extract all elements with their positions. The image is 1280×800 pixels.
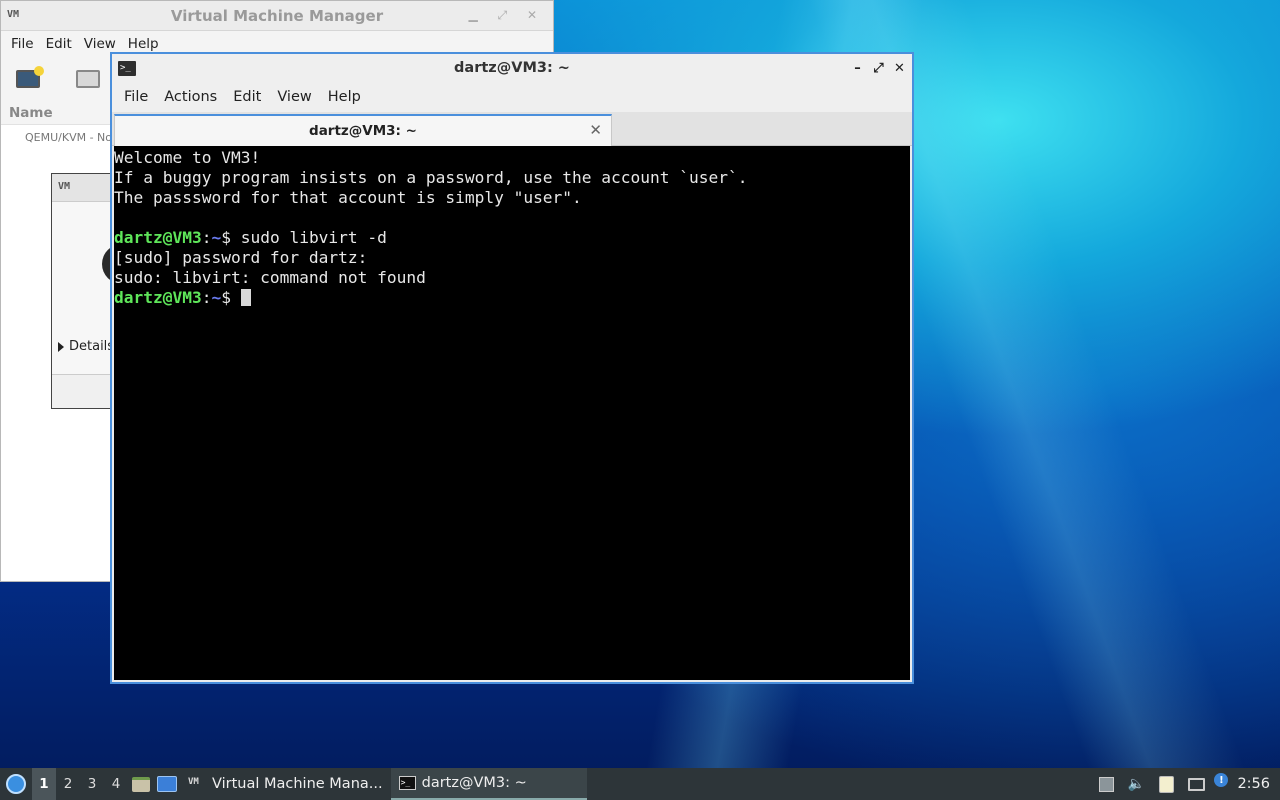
terminal-title: dartz@VM3: ~	[454, 60, 570, 76]
terminal-line: sudo: libvirt: command not found	[114, 268, 426, 287]
menu-edit[interactable]: Edit	[225, 89, 269, 105]
clock[interactable]: 2:56	[1231, 776, 1280, 792]
menu-file[interactable]: File	[5, 36, 40, 52]
terminal-tab-label: dartz@VM3: ~	[309, 123, 417, 139]
prompt-path: ~	[211, 288, 222, 307]
volume-icon: 🔈	[1127, 776, 1146, 792]
terminal-app-icon: >_	[118, 60, 136, 76]
terminal-line: The passsword for that account is simply…	[114, 188, 582, 207]
terminal-menubar: File Actions Edit View Help	[112, 82, 912, 112]
workspace-3[interactable]: 3	[80, 768, 104, 800]
tray-clipboard[interactable]	[1151, 768, 1181, 800]
window-controls[interactable]: ▁ ⤢ ✕	[468, 8, 545, 23]
minimize-button[interactable]: –	[847, 58, 868, 78]
terminal-icon: >_	[398, 776, 416, 790]
start-menu-button[interactable]	[0, 768, 32, 800]
taskbar: 1 2 3 4 VM Virtual Machine Mana... >_ da…	[0, 768, 1280, 800]
menu-actions[interactable]: Actions	[156, 89, 225, 105]
info-icon: !	[1214, 773, 1229, 787]
task-label: dartz@VM3: ~	[421, 775, 527, 791]
monitor-icon	[76, 70, 100, 88]
open-vm-button[interactable]	[73, 66, 103, 92]
new-vm-button[interactable]	[13, 66, 44, 92]
system-tray: 🔈 ! 2:56	[1091, 768, 1280, 800]
terminal-screen[interactable]: Welcome to VM3! If a buggy program insist…	[114, 146, 910, 680]
prompt-path: ~	[211, 228, 222, 247]
network-icon	[1187, 777, 1205, 791]
prompt-user: dartz@VM3	[114, 288, 202, 307]
terminal-cursor	[240, 289, 251, 306]
folder-icon	[132, 776, 150, 792]
terminal-line: Welcome to VM3!	[114, 148, 261, 167]
menu-help[interactable]: Help	[122, 36, 165, 52]
workspace-2[interactable]: 2	[56, 768, 80, 800]
terminal-prompt-line: dartz@VM3:~$ sudo libvirt -d	[114, 228, 387, 247]
terminal-titlebar[interactable]: >_ dartz@VM3: ~ – ⤢ ✕	[112, 54, 912, 82]
task-label: Virtual Machine Mana...	[212, 776, 383, 792]
menu-view[interactable]: View	[78, 36, 122, 52]
window-controls: – ⤢ ✕	[847, 58, 910, 78]
new-vm-icon	[16, 66, 44, 88]
task-terminal[interactable]: >_ dartz@VM3: ~	[390, 768, 587, 800]
terminal-tab[interactable]: dartz@VM3: ~ ✕	[114, 114, 612, 146]
terminal-prompt-line: dartz@VM3:~$	[114, 288, 910, 308]
workspace-1[interactable]: 1	[32, 768, 56, 800]
show-desktop-button[interactable]	[154, 768, 180, 800]
menu-view[interactable]: View	[269, 89, 319, 105]
tray-updates[interactable]	[1091, 768, 1121, 800]
tray-network[interactable]	[1181, 768, 1211, 800]
command-text: sudo libvirt -d	[240, 228, 387, 247]
desktop-icon	[157, 776, 177, 792]
updates-icon	[1098, 776, 1114, 792]
terminal-tabbar: dartz@VM3: ~ ✕	[112, 112, 912, 146]
terminal-line: [sudo] password for dartz:	[114, 248, 368, 267]
virt-manager-titlebar[interactable]: VM Virtual Machine Manager ▁ ⤢ ✕	[1, 1, 553, 31]
close-button[interactable]: ✕	[889, 58, 910, 78]
terminal-window[interactable]: >_ dartz@VM3: ~ – ⤢ ✕ File Actions Edit …	[110, 52, 914, 684]
maximize-button[interactable]: ⤢	[868, 58, 889, 78]
tab-close-icon[interactable]: ✕	[589, 121, 602, 139]
menu-file[interactable]: File	[116, 89, 156, 105]
menu-help[interactable]: Help	[320, 89, 369, 105]
expander-arrow-icon	[58, 341, 64, 352]
menu-edit[interactable]: Edit	[40, 36, 78, 52]
details-label: Details	[69, 339, 115, 354]
task-virt-manager[interactable]: VM Virtual Machine Mana...	[180, 768, 391, 800]
tray-notification[interactable]: !	[1211, 768, 1231, 800]
clipboard-icon	[1158, 775, 1174, 793]
virt-manager-icon: VM	[188, 777, 199, 787]
details-expander[interactable]: Details	[58, 339, 114, 354]
prompt-user: dartz@VM3	[114, 228, 202, 247]
lubuntu-logo-icon	[6, 774, 26, 794]
workspace-4[interactable]: 4	[104, 768, 128, 800]
terminal-line: If a buggy program insists on a password…	[114, 168, 748, 187]
tray-volume[interactable]: 🔈	[1121, 768, 1151, 800]
file-manager-launcher[interactable]	[128, 768, 154, 800]
